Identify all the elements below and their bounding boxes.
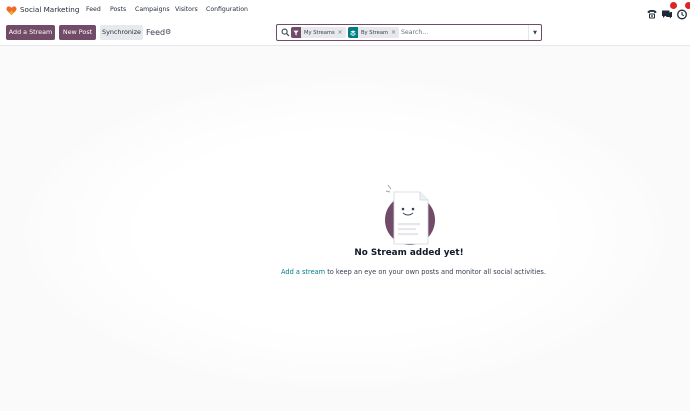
menu-campaigns[interactable]: Campaigns [135, 6, 170, 13]
activity-icon[interactable] [676, 2, 690, 20]
facet-by-stream[interactable]: By Stream × [348, 27, 400, 38]
menu-posts[interactable]: Posts [110, 6, 126, 13]
app-name[interactable]: Social Marketing [20, 5, 79, 14]
add-stream-button[interactable]: Add a Stream [6, 25, 55, 40]
gear-icon[interactable]: ⚙ [165, 28, 171, 36]
systray [646, 2, 690, 20]
social-marketing-logo-icon[interactable] [6, 5, 17, 16]
search-icon [281, 28, 290, 37]
add-stream-link[interactable]: Add a stream [281, 268, 325, 276]
menu-configuration[interactable]: Configuration [206, 6, 248, 13]
search-bar[interactable]: My Streams × By Stream × ▼ [276, 24, 542, 41]
empty-state-text: Add a stream to keep an eye on your own … [281, 268, 546, 276]
empty-document-icon [385, 184, 435, 245]
activity-badge [685, 2, 690, 9]
facet-label: My Streams [304, 29, 335, 36]
phone-icon[interactable] [646, 5, 658, 19]
empty-state-description: to keep an eye on your own posts and mon… [325, 268, 546, 276]
facet-my-streams[interactable]: My Streams × [291, 27, 346, 38]
facet-label: By Stream [361, 29, 389, 36]
breadcrumb: Feed [146, 28, 166, 37]
close-icon[interactable]: × [338, 29, 346, 36]
search-input[interactable] [401, 27, 529, 38]
new-post-button[interactable]: New Post [59, 25, 96, 40]
top-navbar: Social Marketing Feed Posts Campaigns Vi… [0, 0, 690, 22]
main-content: No Stream added yet! Add a stream to kee… [0, 46, 690, 411]
filter-icon [291, 27, 301, 38]
menu-visitors[interactable]: Visitors [175, 6, 198, 13]
group-by-icon [348, 27, 358, 38]
chevron-down-icon[interactable]: ▼ [528, 25, 541, 40]
menu-feed[interactable]: Feed [86, 6, 101, 13]
synchronize-button[interactable]: Synchronize [100, 25, 143, 40]
control-panel: Add a Stream New Post Synchronize Feed ⚙… [0, 22, 690, 46]
chat-icon[interactable] [661, 2, 677, 19]
empty-state-title: No Stream added yet! [354, 248, 464, 258]
background-halo [25, 78, 665, 388]
close-icon[interactable]: × [391, 29, 399, 36]
